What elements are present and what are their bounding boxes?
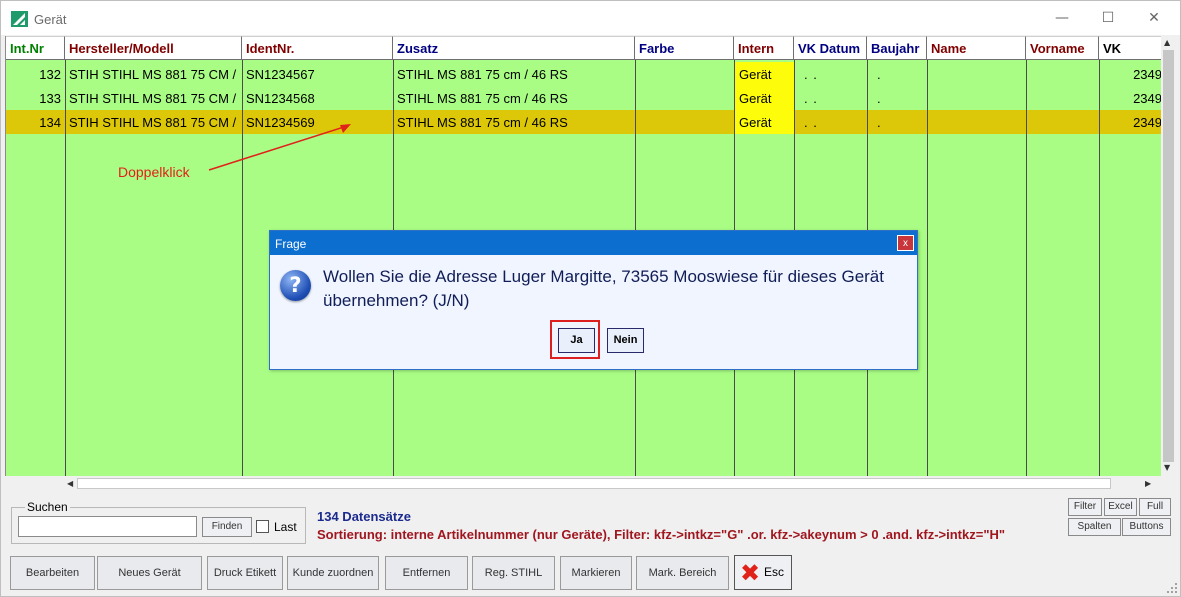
vertical-scrollbar[interactable]: ▲ ▼ bbox=[1161, 36, 1176, 476]
filter-button[interactable]: Filter bbox=[1068, 498, 1102, 516]
scroll-up-icon[interactable]: ▲ bbox=[1164, 38, 1170, 47]
window-title: Gerät bbox=[34, 12, 67, 27]
cell-intern: Gerät bbox=[735, 110, 794, 134]
cell-vorname bbox=[1026, 86, 1099, 110]
dialog-message: Wollen Sie die Adresse Luger Margitte, 7… bbox=[323, 267, 884, 310]
scroll-right-icon[interactable]: ▶ bbox=[1145, 479, 1151, 488]
no-button[interactable]: Nein bbox=[607, 328, 644, 353]
col-header-vk[interactable]: VK bbox=[1099, 36, 1161, 60]
full-button[interactable]: Full bbox=[1139, 498, 1171, 516]
spalten-button[interactable]: Spalten bbox=[1068, 518, 1121, 536]
question-dialog: Frage x ? Wollen Sie die Adresse Luger M… bbox=[269, 230, 918, 370]
col-header-farbe[interactable]: Farbe bbox=[635, 36, 734, 60]
cell-vkdatum: . . bbox=[804, 67, 818, 82]
cell-identnr: SN1234567 bbox=[246, 67, 315, 82]
cell-vkdatum: . . bbox=[804, 115, 818, 130]
last-checkbox[interactable] bbox=[256, 520, 269, 533]
scroll-down-icon[interactable]: ▼ bbox=[1164, 463, 1170, 472]
esc-label: Esc bbox=[764, 565, 785, 579]
cell-vk: 2349 bbox=[1133, 67, 1161, 82]
table-row[interactable]: 133 STIH STIHL MS 881 75 CM / SN1234568 … bbox=[6, 86, 1161, 110]
esc-button[interactable]: ✖ Esc bbox=[734, 555, 792, 590]
markieren-button[interactable]: Markieren bbox=[560, 556, 632, 590]
col-header-intern[interactable]: Intern bbox=[734, 36, 794, 60]
maximize-button[interactable]: ☐ bbox=[1085, 5, 1131, 31]
col-header-vkdatum[interactable]: VK Datum bbox=[794, 36, 867, 60]
cell-intern: Gerät bbox=[735, 62, 794, 86]
title-bar: Gerät — ☐ ✕ bbox=[1, 1, 1180, 35]
cell-farbe bbox=[635, 62, 734, 86]
cell-intnr: 134 bbox=[39, 115, 61, 130]
column-divider bbox=[1026, 60, 1027, 476]
cell-zusatz: STIHL MS 881 75 cm / 46 RS bbox=[397, 115, 568, 130]
col-header-identnr[interactable]: IdentNr. bbox=[242, 36, 393, 60]
cell-zusatz: STIHL MS 881 75 cm / 46 RS bbox=[397, 67, 568, 82]
reg-stihl-button[interactable]: Reg. STIHL bbox=[472, 556, 555, 590]
cell-identnr: SN1234568 bbox=[246, 91, 315, 106]
col-header-hersteller[interactable]: Hersteller/Modell bbox=[65, 36, 242, 60]
table-row[interactable]: 132 STIH STIHL MS 881 75 CM / SN1234567 … bbox=[6, 62, 1161, 86]
last-checkbox-label: Last bbox=[274, 520, 297, 534]
col-header-name[interactable]: Name bbox=[927, 36, 1026, 60]
resize-grip-icon[interactable] bbox=[1166, 582, 1178, 594]
red-x-icon: ✖ bbox=[740, 559, 761, 587]
dialog-close-button[interactable]: x bbox=[897, 235, 914, 251]
find-button[interactable]: Finden bbox=[202, 517, 252, 537]
cell-vorname bbox=[1026, 62, 1099, 86]
vertical-scroll-thumb[interactable] bbox=[1163, 50, 1174, 462]
col-header-vorname[interactable]: Vorname bbox=[1026, 36, 1099, 60]
buttons-button[interactable]: Buttons bbox=[1122, 518, 1171, 536]
cell-name bbox=[927, 110, 1026, 134]
cell-farbe bbox=[635, 110, 734, 134]
horizontal-scrollbar[interactable]: ◀ ▶ bbox=[61, 476, 1161, 491]
doppelklick-annotation: Doppelklick bbox=[118, 164, 190, 180]
search-input[interactable] bbox=[18, 516, 197, 537]
annotation-arrow-icon bbox=[208, 124, 351, 171]
col-header-baujahr[interactable]: Baujahr bbox=[867, 36, 927, 60]
col-header-intnr[interactable]: Int.Nr bbox=[6, 36, 65, 60]
minimize-button[interactable]: — bbox=[1039, 5, 1085, 31]
question-icon: ? bbox=[280, 270, 311, 301]
cell-baujahr: . bbox=[877, 115, 882, 130]
cell-name bbox=[927, 86, 1026, 110]
cell-name bbox=[927, 62, 1026, 86]
cell-hersteller: STIH STIHL MS 881 75 CM / bbox=[69, 67, 237, 82]
cell-vorname bbox=[1026, 110, 1099, 134]
neues-geraet-button[interactable]: Neues Gerät bbox=[97, 556, 202, 590]
cell-vk: 2349 bbox=[1133, 91, 1161, 106]
search-legend: Suchen bbox=[25, 500, 70, 514]
yes-button[interactable]: Ja bbox=[558, 328, 595, 353]
sort-filter-info: Sortierung: interne Artikelnummer (nur G… bbox=[317, 527, 1006, 542]
dialog-title: Frage bbox=[270, 231, 917, 255]
geraet-window: Gerät — ☐ ✕ Int.Nr Hersteller/Modell Ide… bbox=[0, 0, 1181, 597]
cell-intnr: 132 bbox=[39, 67, 61, 82]
cell-vk: 2349 bbox=[1133, 115, 1161, 130]
horizontal-scroll-thumb[interactable] bbox=[77, 478, 1111, 489]
cell-vkdatum: . . bbox=[804, 91, 818, 106]
cell-baujahr: . bbox=[877, 91, 882, 106]
entfernen-button[interactable]: Entfernen bbox=[385, 556, 468, 590]
mark-bereich-button[interactable]: Mark. Bereich bbox=[636, 556, 729, 590]
record-count: 134 Datensätze bbox=[317, 509, 411, 524]
kunde-zuordnen-button[interactable]: Kunde zuordnen bbox=[287, 556, 379, 590]
scroll-left-icon[interactable]: ◀ bbox=[67, 479, 73, 488]
column-divider bbox=[927, 60, 928, 476]
cell-hersteller: STIH STIHL MS 881 75 CM / bbox=[69, 91, 237, 106]
cell-zusatz: STIHL MS 881 75 cm / 46 RS bbox=[397, 91, 568, 106]
app-logo-icon bbox=[11, 11, 28, 27]
close-window-button[interactable]: ✕ bbox=[1131, 5, 1177, 31]
column-divider bbox=[1099, 60, 1100, 476]
druck-etikett-button[interactable]: Druck Etikett bbox=[207, 556, 283, 590]
col-header-zusatz[interactable]: Zusatz bbox=[393, 36, 635, 60]
table-row-selected[interactable]: 134 STIH STIHL MS 881 75 CM / SN1234569 … bbox=[6, 110, 1161, 134]
excel-button[interactable]: Excel bbox=[1104, 498, 1137, 516]
column-divider bbox=[65, 60, 66, 476]
bearbeiten-button[interactable]: Bearbeiten bbox=[10, 556, 95, 590]
cell-farbe bbox=[635, 86, 734, 110]
cell-baujahr: . bbox=[877, 67, 882, 82]
cell-intnr: 133 bbox=[39, 91, 61, 106]
cell-intern: Gerät bbox=[735, 86, 794, 110]
